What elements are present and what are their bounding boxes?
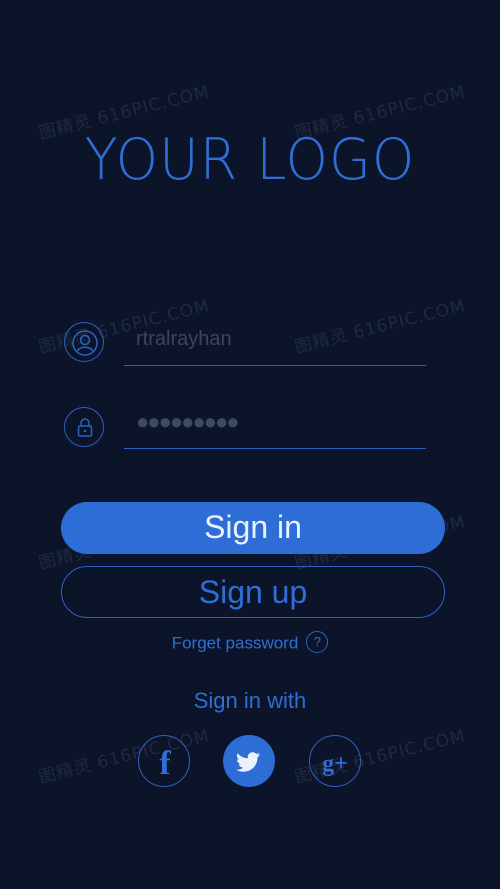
google-plus-icon: g+: [322, 751, 348, 777]
google-plus-glyph: g+: [322, 751, 348, 777]
sign-up-button[interactable]: Sign up: [61, 566, 445, 618]
sign-in-with-heading: Sign in with: [193, 688, 307, 713]
google-plus-button[interactable]: g+: [309, 735, 361, 787]
help-icon[interactable]: ?: [306, 631, 329, 653]
password-input[interactable]: ●●●●●●●●●: [136, 409, 240, 435]
password-field[interactable]: ●●●●●●●●●: [64, 405, 426, 449]
logo-text: YOUR LOGO: [84, 126, 416, 193]
password-underline: [124, 448, 426, 449]
twitter-icon: [236, 752, 260, 772]
forgot-password-label[interactable]: Forget password: [172, 633, 299, 652]
facebook-glyph: f: [159, 745, 171, 782]
forgot-password-link[interactable]: Forget password?: [0, 631, 500, 655]
sign-in-button[interactable]: Sign in: [61, 502, 445, 554]
app-logo: YOUR LOGO: [0, 126, 500, 193]
user-icon: [64, 322, 104, 362]
twitter-button[interactable]: [223, 735, 275, 787]
lock-icon: [64, 407, 104, 447]
username-field[interactable]: rtralrayhan: [64, 322, 426, 366]
username-underline: [124, 365, 426, 366]
facebook-button[interactable]: f: [138, 735, 190, 787]
facebook-icon: f: [159, 745, 171, 782]
username-input[interactable]: rtralrayhan: [136, 328, 232, 351]
